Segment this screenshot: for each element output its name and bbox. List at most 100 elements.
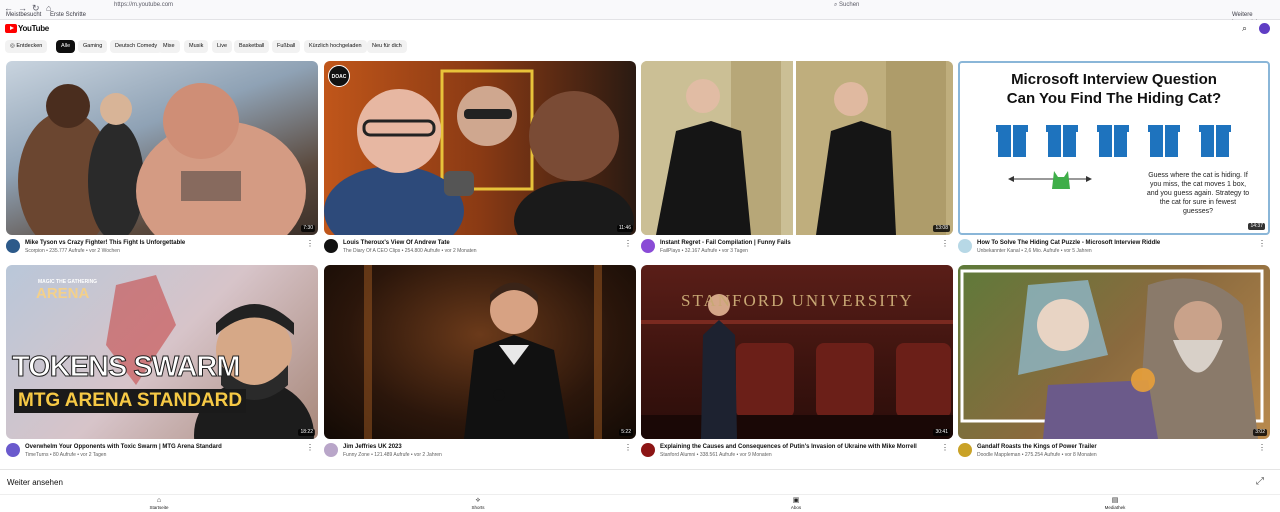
- video-meta: FailPlays • 32.167 Aufrufe • vor 3 Tagen: [660, 248, 748, 254]
- podcast-guests-illustration: [324, 69, 634, 235]
- browser-search-placeholder: Suchen: [839, 2, 860, 8]
- video-meta: Scorpion • 235.777 Aufrufe • vor 2 Woche…: [25, 248, 120, 254]
- nav-home-label: Startseite: [149, 505, 169, 510]
- comedian-stage-illustration: [364, 265, 602, 439]
- video-meta: The Diary Of A CEO Clips • 254.800 Aufru…: [343, 248, 477, 254]
- video-thumbnail[interactable]: Microsoft Interview Question Can You Fin…: [958, 61, 1270, 235]
- video-duration: 30:41: [933, 429, 950, 436]
- video-title[interactable]: Gandalf Roasts the Kings of Power Traile…: [977, 443, 1257, 451]
- browser-toolbar: ← → ↻ ⌂ https://m.youtube.com ⌕ Suchen M…: [0, 0, 1280, 26]
- chip-explore[interactable]: ◎ Entdecken: [5, 40, 48, 53]
- fighters-illustration: [18, 83, 306, 235]
- browser-search-box[interactable]: ⌕ Suchen: [834, 1, 1194, 10]
- video-meta: Funny Zone • 121.489 Aufrufe • vor 2 Jah…: [343, 452, 442, 458]
- chip-gaming[interactable]: Gaming: [78, 40, 108, 53]
- channel-avatar[interactable]: [958, 443, 972, 457]
- youtube-logo-icon[interactable]: [5, 24, 17, 33]
- split-frame-illustration: [641, 61, 953, 235]
- video-thumbnail[interactable]: 5:22: [324, 265, 636, 439]
- chip-bar: ◎ Entdecken Alle Gaming Deutsch Comedy M…: [0, 40, 1280, 54]
- chip-musik[interactable]: Musik: [184, 40, 209, 53]
- account-avatar[interactable]: [1259, 23, 1270, 34]
- channel-avatar[interactable]: [6, 443, 20, 457]
- youtube-header: YouTube ⌕: [0, 20, 1280, 38]
- doac-badge: DOAC: [328, 65, 350, 87]
- chip-deutsch-comedy[interactable]: Deutsch Comedy: [110, 40, 163, 53]
- channel-avatar[interactable]: [641, 239, 655, 253]
- video-title[interactable]: Instant Regret - Fail Compilation | Funn…: [660, 239, 940, 247]
- more-options-icon[interactable]: ⋮: [1258, 239, 1266, 248]
- more-options-icon[interactable]: ⋮: [624, 239, 632, 248]
- channel-avatar[interactable]: [6, 239, 20, 253]
- video-duration: 7:30: [301, 225, 315, 232]
- bottom-nav: ⌂ Startseite ⟡ Shorts ▣ Abos ▤ Mediathek: [0, 494, 1280, 512]
- thumb-mtg-standard: MTG ARENA STANDARD: [14, 389, 247, 413]
- video-card[interactable]: DOAC 11:46 Louis Theroux's View Of Andre…: [324, 61, 636, 261]
- chip-basketball[interactable]: Basketball: [234, 40, 270, 53]
- nav-shorts[interactable]: ⟡ Shorts: [448, 497, 508, 511]
- thumb-mtg-arena: ARENA: [36, 285, 90, 302]
- video-title[interactable]: Explaining the Causes and Consequences o…: [660, 443, 940, 451]
- chip-recently-uploaded[interactable]: Kürzlich hochgeladen: [304, 40, 367, 53]
- video-card[interactable]: 13:08 Instant Regret - Fail Compilation …: [641, 61, 953, 261]
- search-icon[interactable]: ⌕: [1242, 23, 1247, 34]
- youtube-logo-text[interactable]: YouTube: [18, 24, 49, 33]
- video-duration: 13:08: [933, 225, 950, 232]
- divider: [0, 469, 1280, 470]
- video-thumbnail[interactable]: 7:30: [6, 61, 318, 235]
- video-card[interactable]: MAGIC THE GATHERING ARENA TOKENS SWARM M…: [6, 265, 318, 465]
- more-options-icon[interactable]: ⋮: [941, 443, 949, 452]
- home-icon: ⌂: [156, 497, 162, 504]
- nav-home[interactable]: ⌂ Startseite: [129, 497, 189, 511]
- video-meta: Unbekannter Kanal • 2,6 Mio. Aufrufe • v…: [977, 248, 1092, 254]
- channel-avatar[interactable]: [324, 239, 338, 253]
- chip-all[interactable]: Alle: [56, 40, 76, 53]
- channel-avatar[interactable]: [641, 443, 655, 457]
- channel-avatar[interactable]: [958, 239, 972, 253]
- chip-new-for-you[interactable]: Neu für dich: [367, 40, 407, 53]
- video-card[interactable]: Microsoft Interview Question Can You Fin…: [958, 61, 1270, 261]
- bookmark-most-visited[interactable]: Meistbesucht: [6, 11, 41, 19]
- video-card[interactable]: STANFORD UNIVERSITY 30:41 Explaining the…: [641, 265, 953, 465]
- video-thumbnail[interactable]: 13:08: [641, 61, 953, 235]
- video-meta: Stanford Alumni • 338.561 Aufrufe • vor …: [660, 452, 772, 458]
- thumb-stanford-text: STANFORD UNIVERSITY: [681, 291, 914, 310]
- video-thumbnail[interactable]: 3:02: [958, 265, 1270, 439]
- video-card[interactable]: 5:22 Jim Jeffries UK 2023 Funny Zone • 1…: [324, 265, 636, 465]
- more-options-icon[interactable]: ⋮: [306, 239, 314, 248]
- video-card[interactable]: 7:30 Mike Tyson vs Crazy Fighter! This F…: [6, 61, 318, 261]
- video-duration: 14:37: [1248, 223, 1265, 230]
- more-options-icon[interactable]: ⋮: [1258, 443, 1266, 452]
- thumb-puzzle-text: Guess where the cat is hiding. If you mis…: [1146, 172, 1250, 215]
- library-icon: ▤: [1111, 497, 1119, 504]
- expand-icon[interactable]: ⤢: [1256, 476, 1264, 487]
- more-options-icon[interactable]: ⋮: [624, 443, 632, 452]
- video-thumbnail[interactable]: STANFORD UNIVERSITY 30:41: [641, 265, 953, 439]
- video-title[interactable]: Mike Tyson vs Crazy Fighter! This Fight …: [25, 239, 305, 247]
- more-options-icon[interactable]: ⋮: [941, 239, 949, 248]
- nav-library-label: Mediathek: [1104, 505, 1126, 510]
- bookmark-getting-started[interactable]: Erste Schritte: [50, 11, 86, 19]
- chip-live[interactable]: Live: [212, 40, 233, 53]
- video-meta: TimeTurns • 80 Aufrufe • vor 2 Tagen: [25, 452, 107, 458]
- gandalf-laptop-illustration: [960, 269, 1264, 439]
- chip-fussball[interactable]: Fußball: [272, 40, 301, 53]
- video-thumbnail[interactable]: MAGIC THE GATHERING ARENA TOKENS SWARM M…: [6, 265, 318, 439]
- video-title[interactable]: How To Solve The Hiding Cat Puzzle - Mic…: [977, 239, 1257, 247]
- video-title[interactable]: Jim Jeffries UK 2023: [343, 443, 623, 451]
- url-text: https://m.youtube.com: [114, 2, 174, 8]
- nav-library[interactable]: ▤ Mediathek: [1085, 497, 1145, 511]
- continue-watching-label[interactable]: Weiter ansehen: [7, 478, 63, 487]
- video-title[interactable]: Louis Theroux's View Of Andrew Tate: [343, 239, 623, 247]
- channel-avatar[interactable]: [324, 443, 338, 457]
- thumb-tokens-swarm: TOKENS SWARM: [12, 351, 242, 384]
- chip-mixe[interactable]: Mixe: [158, 40, 180, 53]
- video-title[interactable]: Overwhelm Your Opponents with Toxic Swar…: [25, 443, 305, 451]
- more-options-icon[interactable]: ⋮: [306, 443, 314, 452]
- video-thumbnail[interactable]: DOAC 11:46: [324, 61, 636, 235]
- nav-subscriptions-label: Abos: [790, 505, 802, 510]
- url-bar[interactable]: https://m.youtube.com: [114, 1, 804, 10]
- nav-subscriptions[interactable]: ▣ Abos: [766, 497, 826, 511]
- video-duration: 11:46: [616, 225, 633, 232]
- video-card[interactable]: 3:02 Gandalf Roasts the Kings of Power T…: [958, 265, 1270, 465]
